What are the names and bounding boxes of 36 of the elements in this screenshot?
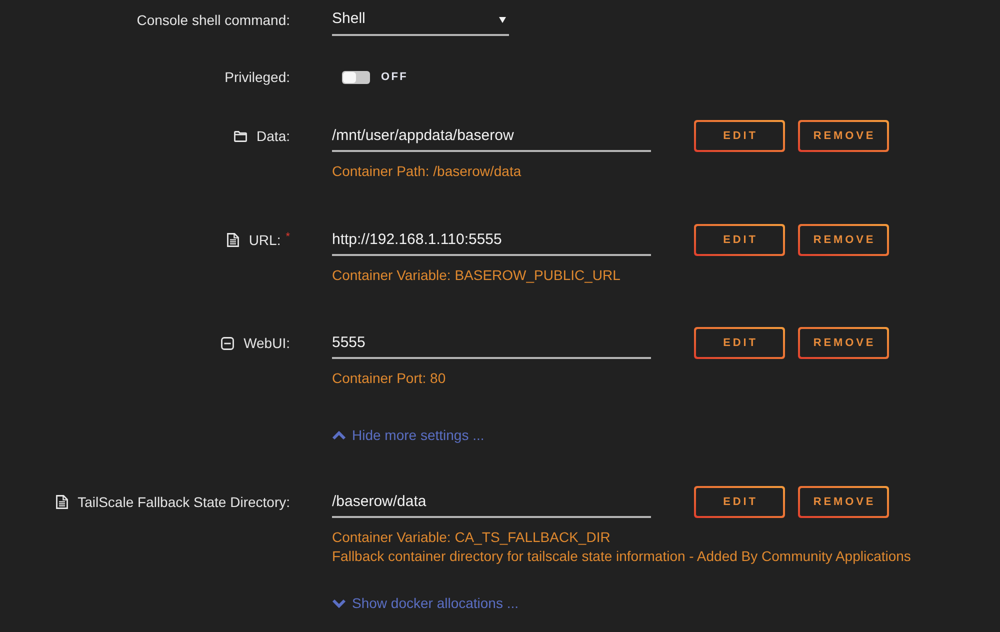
edit-button[interactable]: EDIT [694,120,785,152]
field-label: WebUI: [244,334,290,352]
caret-down-icon [499,16,506,22]
input-field[interactable]: /baserow/data [332,486,651,518]
chevron-up-icon [332,431,346,440]
field-label: Data: [256,126,290,146]
hide-settings-link[interactable]: Hide more settings ... [332,426,484,445]
remove-button[interactable]: REMOVE [798,327,889,359]
show-settings-link[interactable]: Show docker allocations ... [332,594,519,613]
input-field[interactable]: /mnt/user/appdata/baserow [332,120,651,152]
document-icon [226,233,239,247]
remove-button[interactable]: REMOVE [798,224,889,256]
select-field[interactable]: Shell [332,5,509,36]
helper-text: Container Variable: BASEROW_PUBLIC_URL [332,266,620,285]
edit-button[interactable]: EDIT [694,327,785,359]
chevron-down-icon [332,599,346,608]
edit-button[interactable]: EDIT [694,224,785,256]
remove-button[interactable]: REMOVE [798,486,889,518]
edit-button[interactable]: EDIT [694,486,785,518]
minus-square-icon [220,336,234,350]
switch-state-text: OFF [381,70,408,85]
toggle-switch[interactable] [342,70,370,84]
field-label: TailScale Fallback State Directory: [78,492,290,512]
field-label: Console shell command: [136,11,290,30]
helper-text: Container Port: 80 [332,369,446,388]
document-icon [56,495,68,509]
field-label: URL: [248,230,281,250]
remove-button[interactable]: REMOVE [798,120,889,152]
helper-text: Fallback container directory for tailscale state information - Added By Community Applications [332,547,911,566]
required-mark: * [286,230,290,242]
helper-text: Container Variable: CA_TS_FALLBACK_DIR [332,528,610,547]
folder-icon [234,130,247,142]
input-field[interactable]: http://192.168.1.110:5555 [332,224,651,256]
helper-text: Container Path: /baserow/data [332,162,522,181]
field-label: Privileged: [224,68,290,86]
input-field[interactable]: 5555 [332,327,651,359]
